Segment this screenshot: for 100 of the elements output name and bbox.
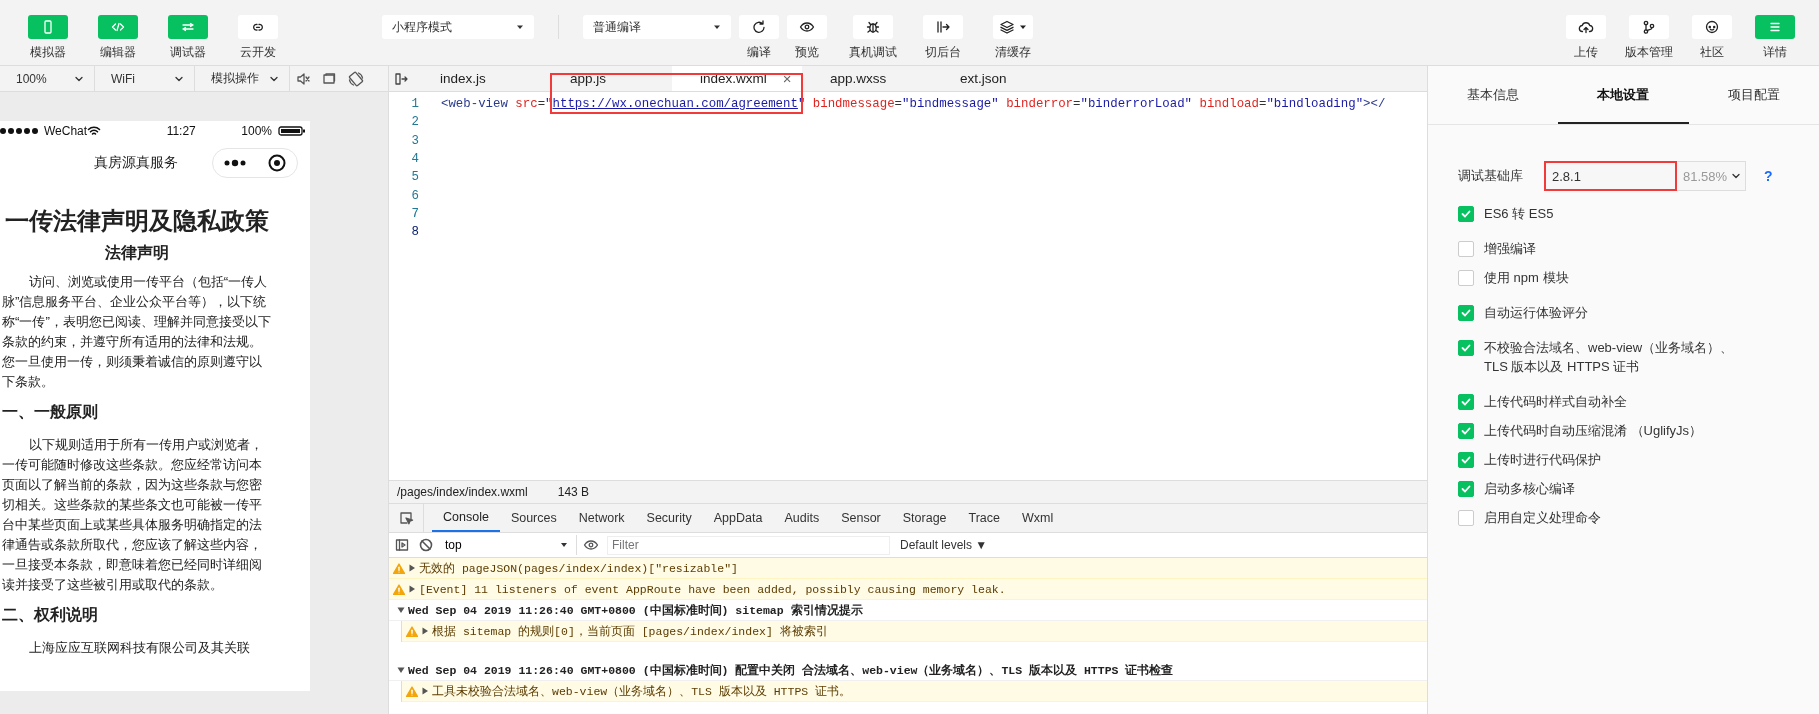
expanded-triangle-icon[interactable] [397,666,405,674]
caret-icon [560,541,568,549]
check-icon [1461,397,1471,407]
line-number: 6 [410,188,419,203]
devtools-tab[interactable]: Network [567,504,636,532]
screen-icon[interactable] [322,71,336,86]
checkbox[interactable] [1458,340,1474,356]
more-dots-icon[interactable] [224,159,246,167]
check-icon [1461,484,1471,494]
console-message: [Event] 11 listeners of event AppRoute have been added, possibly causing memory leak. [419,582,1006,596]
devtools-tab[interactable]: Storage [891,504,958,532]
sidebar-toggle-icon[interactable] [393,71,408,86]
collapsed-triangle-icon[interactable] [408,585,416,593]
option-label: 不校验合法域名、web-view（业务域名）、TLS 版本以及 HTTPS 证书 [1484,339,1735,376]
page-title: 一传法律声明及隐私政策 [4,206,270,236]
inspect-icon[interactable] [398,510,414,526]
devtools-tab[interactable]: Trace [957,504,1012,532]
refresh-icon [751,19,767,35]
context-select[interactable]: top [437,535,577,555]
wifi-icon [87,125,102,137]
devtools-tab[interactable]: Sources [499,504,568,532]
sidebar-panel-icon[interactable] [395,538,409,552]
line-number: 1 [410,97,419,112]
toolbar-label: 清缓存 [995,44,1031,61]
collapsed-triangle-icon[interactable] [421,627,429,635]
console-message: 工具未校验合法域名、web-view（业务域名）、TLS 版本以及 HTTPS 证书。 [432,683,852,699]
file-tab[interactable]: app.wxss [802,66,932,91]
eye-icon[interactable] [583,537,599,553]
branch-icon [1641,19,1657,35]
checkbox[interactable] [1458,452,1474,468]
checkbox[interactable] [1458,481,1474,497]
warning-icon [406,625,418,637]
layers-icon [999,19,1015,35]
upload-button[interactable] [1566,15,1606,39]
compile-select[interactable]: 普通编译 [583,15,731,39]
select-value: 普通编译 [593,18,641,36]
checkbox[interactable] [1458,305,1474,321]
chat-icon [1704,19,1720,35]
option-label: 上传时进行代码保护 [1484,451,1602,469]
checkbox[interactable] [1458,241,1474,257]
close-icon[interactable]: × [782,70,792,87]
zoom-select[interactable]: 100% [0,66,95,91]
devtools-tab[interactable]: Security [635,504,703,532]
background-button[interactable] [923,15,963,39]
preview-button[interactable] [787,15,827,39]
caret-icon [713,23,721,31]
clear-cache-button[interactable] [993,15,1033,39]
cloud-dev-button[interactable] [238,15,278,39]
target-icon[interactable] [268,154,286,172]
file-path: /pages/index/index.wxml [397,485,528,499]
select-value: 模拟操作 [211,70,259,87]
filter-field[interactable]: Filter [607,535,890,555]
devtools-tab[interactable]: Audits [773,504,831,532]
rotate-icon[interactable] [348,70,364,87]
collapsed-triangle-icon[interactable] [408,564,416,572]
file-tab[interactable]: app.js [542,66,672,91]
levels-select[interactable]: Default levels ▼ [900,538,988,552]
option-label: 使用 npm 模块 [1484,269,1570,287]
community-button[interactable] [1692,15,1732,39]
collapsed-triangle-icon[interactable] [421,687,429,695]
toolbar-label: 上传 [1574,44,1598,61]
version-button[interactable] [1629,15,1669,39]
compile-button[interactable] [739,15,779,39]
devtools-tab[interactable]: AppData [702,504,774,532]
file-tab[interactable]: ext.json [932,66,1062,91]
check-icon [1461,343,1471,353]
select-value: top [445,538,462,552]
mode-select[interactable]: 小程序模式 [382,15,534,39]
devtools-tab[interactable]: Sensor [830,504,892,532]
eye-icon [799,19,815,35]
paragraph: 以下规则适用于所有一传用户或浏览者，一传可能随时修改这些条款。您应经常访问本页面以了解当前的条款，因为这些条款与您密切相关。这些条款的某些条文也可能被一传平台中某些页面上或某些具体服务明确指定的法律通告或条款所取代，您应该了解这些内容，一旦接受本条款，即意味着您已经同时详细阅读并接受了这些被引用或取代的条款。 [2,436,264,594]
line-number: 4 [410,152,419,167]
expanded-triangle-icon[interactable] [397,606,405,614]
caret-icon [516,23,524,31]
settings-tab[interactable]: 本地设置 [1558,66,1689,124]
device-debug-button[interactable] [853,15,893,39]
settings-tab[interactable]: 项目配置 [1688,66,1819,124]
network-select[interactable]: WiFi [95,66,195,91]
section-heading: 二、权利说明 [2,605,99,625]
devtools-tab[interactable]: Wxml [1011,504,1065,532]
version-field[interactable]: 2.8.1 [1544,161,1677,191]
file-size: 143 B [557,485,590,499]
toolbar-label: 模拟器 [30,44,66,61]
block-icon[interactable] [419,538,433,552]
checkbox[interactable] [1458,270,1474,286]
checkbox[interactable] [1458,510,1474,526]
checkbox[interactable] [1458,423,1474,439]
operation-select[interactable]: 模拟操作 [195,66,290,91]
check-icon [1461,308,1471,318]
file-tab[interactable]: index.wxml × [672,66,802,91]
battery-icon [278,125,306,137]
checkbox[interactable] [1458,206,1474,222]
checkbox[interactable] [1458,394,1474,410]
settings-tab[interactable]: 基本信息 [1428,66,1559,124]
help-link[interactable]: ? [1764,168,1773,184]
check-icon [1461,209,1471,219]
option-label: 上传代码时样式自动补全 [1484,393,1628,411]
mute-icon[interactable] [296,71,310,86]
warning-icon [406,685,418,697]
file-tab[interactable]: index.js [412,66,542,91]
